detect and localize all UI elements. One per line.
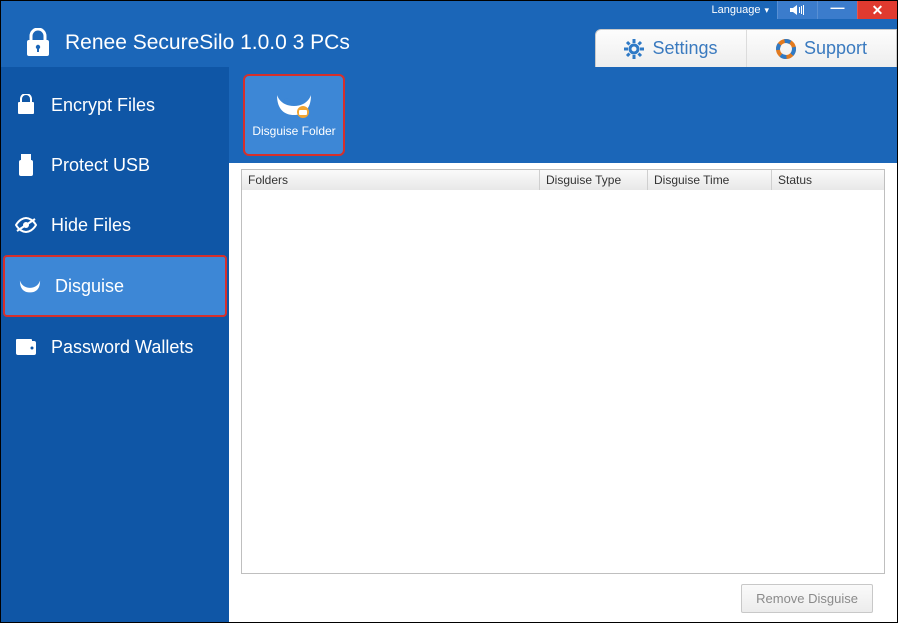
language-selector[interactable]: Language ▾ — [704, 1, 777, 19]
eye-off-icon — [15, 217, 37, 233]
header-tabs: Settings Support — [595, 29, 897, 67]
mask-folder-icon — [275, 92, 313, 118]
remove-disguise-button[interactable]: Remove Disguise — [741, 584, 873, 613]
disguise-folder-button[interactable]: Disguise Folder — [243, 74, 345, 156]
close-glyph: ✕ — [872, 2, 884, 19]
tab-support[interactable]: Support — [746, 30, 896, 67]
sidebar-item-label: Protect USB — [51, 155, 150, 176]
grid-footer: Remove Disguise — [241, 574, 885, 622]
col-folders[interactable]: Folders — [242, 170, 540, 190]
sidebar-item-label: Disguise — [55, 276, 124, 297]
sidebar-item-label: Encrypt Files — [51, 95, 155, 116]
lock-icon — [25, 28, 51, 58]
close-button[interactable]: ✕ — [857, 1, 897, 19]
sidebar-item-encrypt-files[interactable]: Encrypt Files — [1, 75, 229, 135]
col-disguise-time[interactable]: Disguise Time — [648, 170, 772, 190]
mask-icon — [19, 278, 41, 294]
remove-disguise-label: Remove Disguise — [756, 591, 858, 606]
grid-header: Folders Disguise Type Disguise Time Stat… — [242, 170, 884, 190]
gear-icon — [624, 39, 644, 59]
disguise-folder-label: Disguise Folder — [252, 124, 335, 138]
sidebar-item-label: Password Wallets — [51, 337, 193, 358]
app-title: Renee SecureSilo 1.0.0 3 PCs — [65, 31, 350, 55]
table-area: Folders Disguise Type Disguise Time Stat… — [229, 163, 897, 622]
sidebar-item-label: Hide Files — [51, 215, 131, 236]
wallet-icon — [15, 338, 37, 356]
announce-button[interactable] — [777, 1, 817, 19]
language-label: Language — [712, 4, 761, 16]
minimize-button[interactable]: — — [817, 1, 857, 19]
app-header: Renee SecureSilo 1.0.0 3 PCs Settings Su… — [1, 19, 897, 67]
window-titlebar: Language ▾ — ✕ — [1, 1, 897, 19]
app-body: Encrypt Files Protect USB Hide Files Dis… — [1, 67, 897, 622]
col-disguise-type[interactable]: Disguise Type — [540, 170, 648, 190]
tab-support-label: Support — [804, 38, 867, 59]
main-panel: Disguise Folder Folders Disguise Type Di… — [229, 67, 897, 622]
lock-file-icon — [15, 94, 37, 116]
app-title-area: Renee SecureSilo 1.0.0 3 PCs — [25, 19, 350, 67]
tab-settings-label: Settings — [652, 38, 717, 59]
sidebar-item-hide-files[interactable]: Hide Files — [1, 195, 229, 255]
toolbar: Disguise Folder — [229, 67, 897, 163]
tab-settings[interactable]: Settings — [596, 30, 746, 67]
chevron-down-icon: ▾ — [764, 5, 769, 16]
speaker-icon — [790, 4, 806, 16]
sidebar: Encrypt Files Protect USB Hide Files Dis… — [1, 67, 229, 622]
folders-grid[interactable]: Folders Disguise Type Disguise Time Stat… — [241, 169, 885, 574]
usb-icon — [15, 154, 37, 176]
sidebar-item-disguise[interactable]: Disguise — [3, 255, 227, 317]
sidebar-item-password-wallets[interactable]: Password Wallets — [1, 317, 229, 377]
lifebuoy-icon — [776, 39, 796, 59]
sidebar-item-protect-usb[interactable]: Protect USB — [1, 135, 229, 195]
col-status[interactable]: Status — [772, 170, 884, 190]
